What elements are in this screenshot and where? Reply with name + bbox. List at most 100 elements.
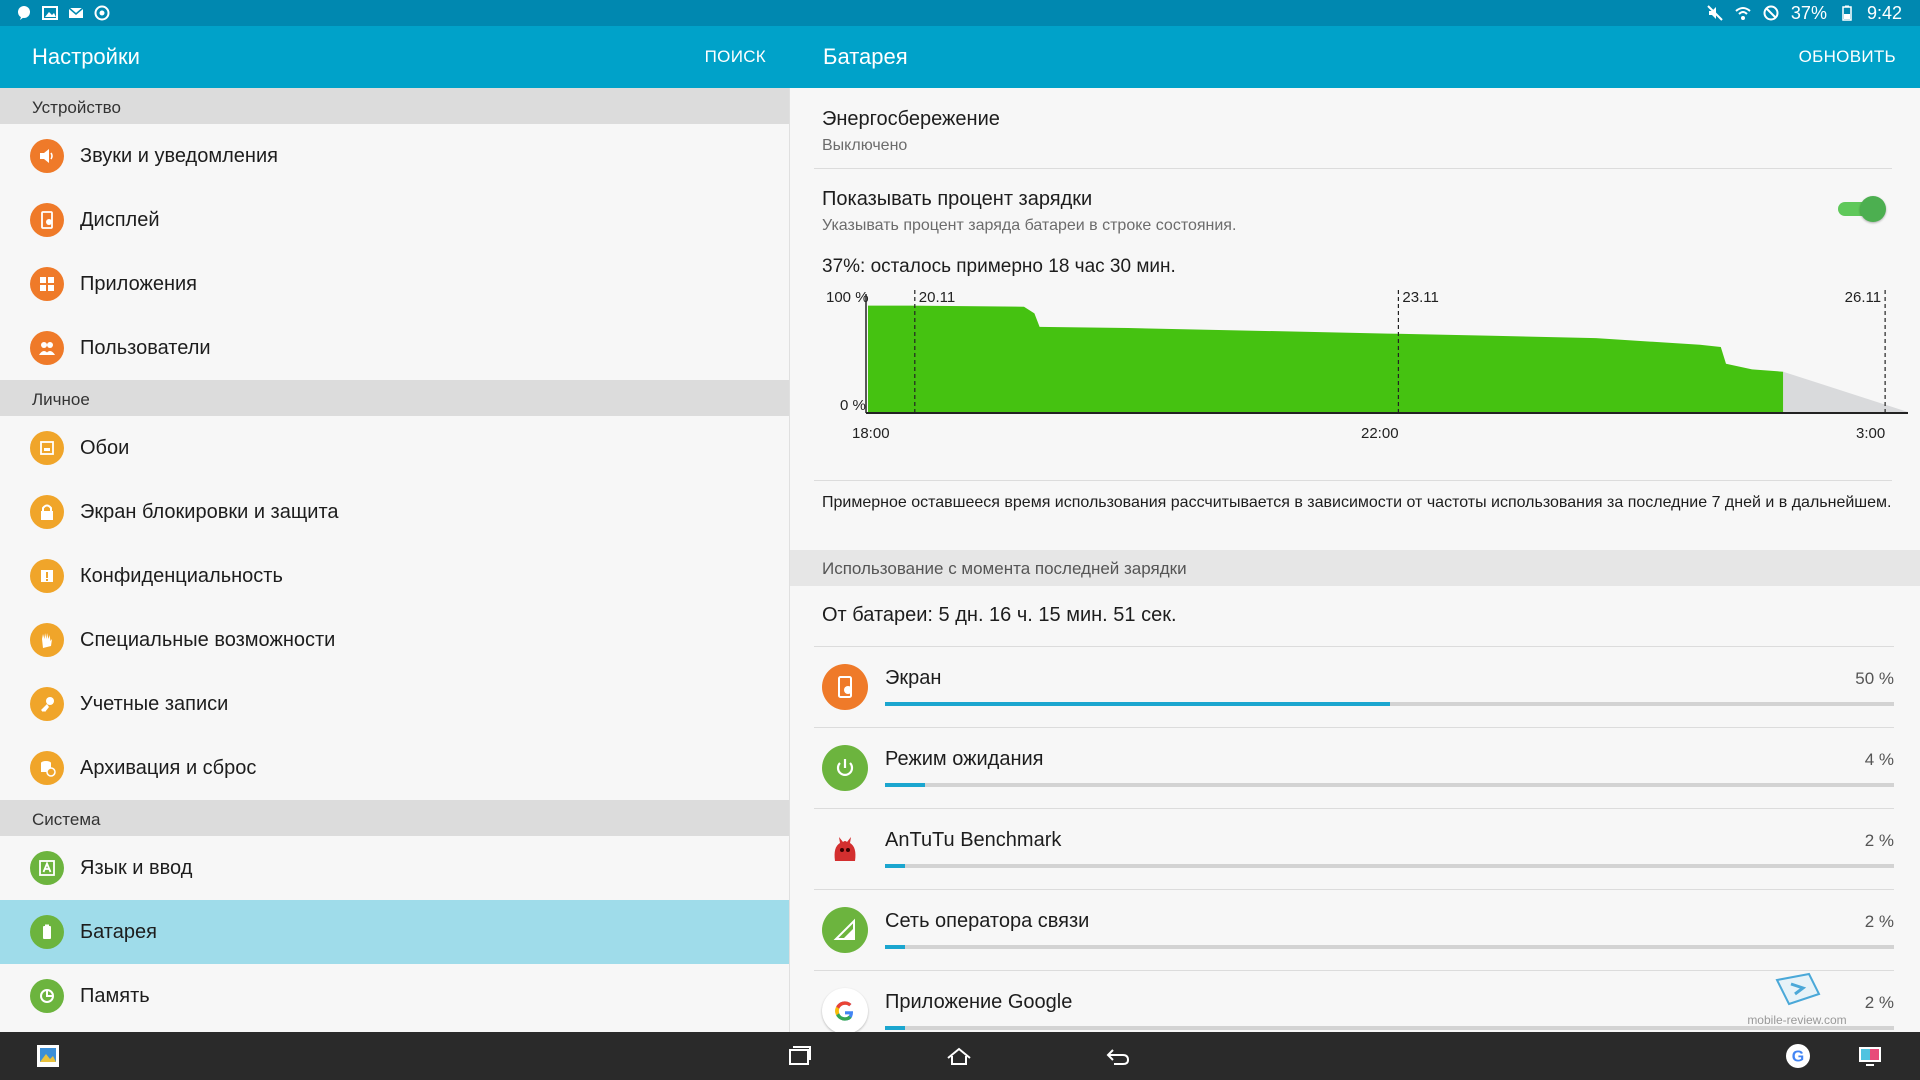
sidebar-item-backup[interactable]: Архивация и сброс [0, 736, 789, 800]
back-button[interactable] [1100, 1040, 1136, 1072]
date-marker-label: 20.11 [919, 289, 955, 306]
usage-item-screen[interactable]: Экран 50 % [814, 646, 1894, 727]
key-icon [30, 687, 64, 721]
image-icon [42, 5, 58, 21]
watermark: mobile-review.com [1742, 970, 1852, 1027]
sidebar-item-wallpaper[interactable]: Обои [0, 416, 789, 480]
sidebar-item-memory[interactable]: Память [0, 964, 789, 1028]
sidebar-item-label: Пользователи [80, 336, 211, 359]
usage-item-standby[interactable]: Режим ожидания 4 % [814, 727, 1894, 808]
sidebar-item-privacy[interactable]: Конфиденциальность [0, 544, 789, 608]
usage-bar [885, 864, 1894, 868]
search-button[interactable]: ПОИСК [705, 47, 766, 67]
usage-item-cell-network[interactable]: Сеть оператора связи 2 % [814, 889, 1894, 970]
power-saving-title: Энергосбережение [822, 108, 1000, 130]
google-icon [822, 988, 868, 1032]
sidebar-item-users[interactable]: Пользователи [0, 316, 789, 380]
sidebar-item-sounds[interactable]: Звуки и уведомления [0, 124, 789, 188]
lock-icon [30, 495, 64, 529]
display-icon [30, 203, 64, 237]
apps-icon [30, 267, 64, 301]
divider [814, 168, 1892, 169]
notification-icons [16, 5, 110, 21]
email-icon [68, 5, 84, 21]
sidebar-item-lockscreen[interactable]: Экран блокировки и защита [0, 480, 789, 544]
sidebar-item-label: Экран блокировки и защита [80, 500, 339, 523]
system-icons: 37% 9:42 [1707, 3, 1902, 24]
wallpaper-icon [30, 431, 64, 465]
home-button[interactable] [941, 1040, 977, 1072]
volume-icon [30, 139, 64, 173]
power-saving-setting[interactable]: Энергосбережение Выключено [790, 108, 1028, 155]
recent-apps-button[interactable] [781, 1040, 817, 1072]
show-percent-title: Показывать процент зарядки [822, 188, 1093, 210]
show-percent-toggle[interactable] [1838, 196, 1886, 222]
sidebar-item-label: Звуки и уведомления [80, 144, 278, 167]
power-icon [822, 745, 868, 791]
gallery-shortcut-button[interactable] [30, 1040, 66, 1072]
battery-icon [30, 915, 64, 949]
usage-percent: 50 % [1855, 669, 1894, 688]
clock: 9:42 [1866, 2, 1902, 23]
sidebar-item-label: Конфиденциальность [80, 564, 283, 587]
usage-percent: 2 % [1864, 912, 1894, 931]
usage-item-antutu[interactable]: AnTuTu Benchmark 2 % [814, 808, 1894, 889]
google-search-icon: G [1786, 1044, 1810, 1068]
sidebar-item-apps[interactable]: Приложения [0, 252, 789, 316]
sidebar-item-accessibility[interactable]: Специальные возможности [0, 608, 789, 672]
antutu-icon [822, 826, 868, 872]
sidebar-item-label: Обои [80, 436, 130, 459]
usage-bar-fill [885, 864, 906, 868]
refresh-button[interactable]: ОБНОВИТЬ [1799, 47, 1896, 67]
sidebar-item-label: Специальные возможности [80, 628, 336, 651]
x-tick-label-22: 22:00 [1361, 425, 1399, 442]
hand-icon [30, 623, 64, 657]
google-shortcut-button[interactable]: G [1780, 1040, 1816, 1072]
battery-percent: 37% [1790, 2, 1827, 23]
sidebar-item-language[interactable]: Язык и ввод [0, 836, 789, 900]
users-icon [30, 331, 64, 365]
battery-level-area [868, 305, 1784, 412]
settings-title: Настройки [32, 44, 140, 69]
watermark-text: mobile-review.com [1747, 1013, 1847, 1027]
usage-percent: 2 % [1864, 831, 1894, 850]
usage-bar [885, 783, 1894, 787]
usage-bar [885, 945, 1894, 949]
section-header-system: Система [0, 800, 789, 836]
section-header-personal: Личное [0, 380, 789, 416]
usage-bar-fill [885, 1026, 906, 1030]
sync-icon [94, 5, 110, 21]
usage-name: Экран [885, 667, 942, 689]
privacy-icon [30, 559, 64, 593]
settings-app-bar: Настройки ПОИСК [0, 26, 790, 88]
battery-chart-svg: 100 % 0 % 20.11 23.11 26.11 18:00 22:00 3:… [826, 289, 1908, 442]
usage-percent: 4 % [1864, 750, 1894, 769]
divider [814, 480, 1892, 481]
sidebar-item-accounts[interactable]: Учетные записи [0, 672, 789, 736]
sidebar-item-label: Учетные записи [80, 692, 229, 715]
usage-name: AnTuTu Benchmark [885, 829, 1062, 851]
date-marker-label: 23.11 [1402, 289, 1438, 306]
settings-list[interactable]: Устройство Звуки и уведомления Дисплей П… [0, 88, 790, 1032]
chat-icon [16, 5, 32, 21]
mute-icon [1707, 5, 1723, 21]
usage-bar [885, 702, 1894, 706]
sidebar-item-label: Язык и ввод [80, 856, 193, 879]
usage-percent: 2 % [1864, 993, 1894, 1012]
usage-name: Режим ожидания [885, 748, 1044, 770]
battery-details: Энергосбережение Выключено Показывать пр… [790, 88, 1920, 1032]
usage-list[interactable]: Экран 50 % Режим ожидания 4 % AnTuTu Ben… [814, 646, 1894, 1032]
usage-item-google-app[interactable]: Приложение Google 2 % [814, 970, 1894, 1032]
usage-section-header: Использование с момента последней зарядк… [790, 550, 1920, 586]
gallery-icon [37, 1045, 59, 1067]
section-header-device: Устройство [0, 88, 789, 124]
sidebar-item-display[interactable]: Дисплей [0, 188, 789, 252]
screen-mirror-button[interactable] [1852, 1040, 1888, 1072]
remaining-time: 37%: осталось примерно 18 час 30 мин. [822, 256, 1176, 277]
wifi-icon [1735, 5, 1751, 21]
navigation-bar: G [0, 1032, 1920, 1080]
usage-name: Сеть оператора связи [885, 910, 1090, 932]
sidebar-item-battery[interactable]: Батарея [0, 900, 789, 964]
show-percent-setting[interactable]: Показывать процент зарядки Указывать про… [790, 188, 1264, 235]
battery-status-icon [1839, 5, 1855, 21]
